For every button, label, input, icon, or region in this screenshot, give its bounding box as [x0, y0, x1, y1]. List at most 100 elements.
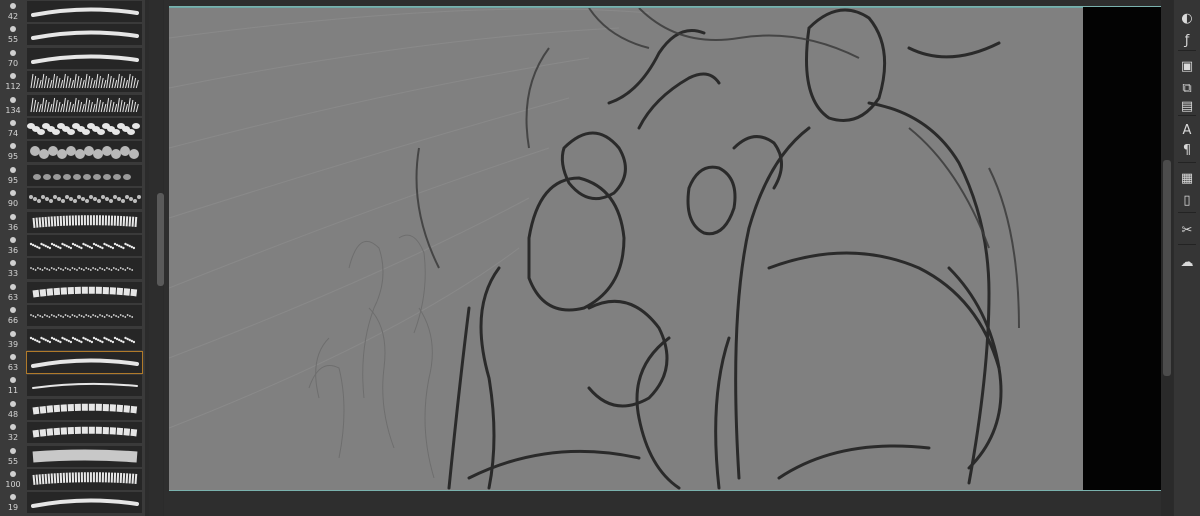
brush-stroke-preview: [30, 267, 134, 272]
brush-panel-scroll-thumb[interactable]: [157, 193, 164, 286]
brush-settings-icon[interactable]: ▣: [1177, 56, 1197, 76]
brush-stroke-swatch: [27, 118, 142, 139]
brush-stroke-swatch: [27, 94, 142, 116]
notes-icon[interactable]: ▯: [1177, 190, 1197, 210]
brush-stroke-preview: [32, 472, 138, 485]
brush-stroke-swatch: [27, 492, 142, 514]
brush-stroke-preview: [27, 123, 140, 135]
right-toolbar: ◐ ƒ ▣ ⧉ ▤ A ¶ ▦ ▯ ✂ ☁: [1174, 0, 1200, 516]
brush-size-label: 36: [7, 246, 19, 255]
brush-stroke-swatch: [27, 164, 142, 186]
brush-stroke-swatch: [27, 398, 142, 420]
brush-preset-item[interactable]: 95: [0, 140, 145, 163]
brush-stroke-preview: [32, 214, 138, 228]
paragraph-icon[interactable]: ¶: [1177, 140, 1197, 160]
brush-stroke-swatch: [27, 71, 142, 93]
brush-preset-item[interactable]: 39: [0, 328, 145, 351]
brush-preset-item[interactable]: 48: [0, 398, 145, 421]
brush-size-label: 32: [7, 433, 19, 443]
brush-preset-item[interactable]: 90: [0, 187, 145, 210]
toolbar-separator: [1178, 50, 1196, 51]
brush-size-label: 112: [5, 82, 21, 92]
brush-stroke-swatch: [27, 258, 142, 280]
brush-stroke-preview: [31, 7, 139, 17]
navigator-icon[interactable]: ⧉: [1177, 78, 1197, 98]
brush-stroke-preview: [32, 403, 138, 415]
brush-stroke-preview: [29, 242, 136, 250]
brush-size-label: 63: [7, 363, 19, 372]
canvas-guide-bottom: [169, 490, 1161, 491]
layout-icon[interactable]: ▦: [1177, 168, 1197, 188]
brush-preset-item[interactable]: 70: [0, 47, 145, 70]
brush-preset-item[interactable]: 63: [0, 351, 145, 374]
brush-preset-item[interactable]: 36: [0, 211, 145, 234]
brush-stroke-preview: [30, 314, 134, 319]
brush-size-label: 48: [7, 409, 19, 419]
brush-stroke-swatch: [27, 47, 142, 69]
brush-stroke-swatch: [27, 24, 142, 46]
brush-stroke-swatch: [27, 235, 142, 256]
brush-stroke-swatch: [27, 305, 142, 327]
brush-size-label: 95: [7, 175, 19, 185]
brush-preset-item[interactable]: 33: [0, 257, 145, 280]
brush-preset-item[interactable]: 32: [0, 421, 145, 444]
brush-stroke-preview: [30, 146, 139, 160]
brush-size-label: 90: [7, 199, 19, 209]
brush-stroke-swatch: [27, 422, 142, 444]
brush-size-label: 36: [7, 222, 19, 232]
brush-stroke-swatch: [27, 281, 142, 303]
brush-stroke-preview: [31, 358, 139, 368]
brush-stroke-swatch: [27, 1, 142, 22]
brush-preset-item[interactable]: 95: [0, 164, 145, 187]
brush-stroke-preview: [32, 286, 138, 298]
text-tool-icon[interactable]: A: [1177, 120, 1197, 140]
brush-stroke-preview: [30, 97, 139, 112]
brush-stroke-preview: [32, 383, 138, 390]
brush-stroke-swatch: [27, 445, 142, 467]
brush-size-label: 42: [7, 12, 19, 21]
brush-size-label: 11: [7, 386, 19, 396]
brush-preset-item[interactable]: 100: [0, 468, 145, 491]
canvas-scroll-thumb[interactable]: [1163, 160, 1171, 376]
brush-preset-item[interactable]: 11: [0, 374, 145, 397]
tools-icon[interactable]: ✂: [1177, 220, 1197, 240]
brush-preset-item[interactable]: 19: [0, 491, 145, 514]
toolbar-separator: [1178, 115, 1196, 116]
brush-preset-item[interactable]: 63: [0, 281, 145, 304]
brush-stroke-preview: [32, 426, 138, 438]
brush-stroke-preview: [33, 173, 131, 180]
brush-size-label: 55: [7, 456, 19, 466]
brush-size-label: 39: [7, 339, 19, 349]
brush-size-label: 19: [7, 503, 19, 513]
brush-preset-item[interactable]: 66: [0, 304, 145, 327]
brush-stroke-swatch: [27, 211, 142, 233]
brush-size-label: 63: [7, 292, 19, 302]
brush-size-label: 70: [7, 58, 19, 68]
fx-icon[interactable]: ƒ: [1177, 30, 1197, 50]
brush-size-label: 74: [7, 129, 19, 138]
toolbar-separator: [1178, 162, 1196, 163]
brush-presets-panel: 42 55 70 112 134 74 95 95 90 36 36 33 63 66 39 63 11 48 32…: [0, 0, 145, 516]
brush-preset-item[interactable]: 134: [0, 94, 145, 117]
toolbar-separator: [1178, 212, 1196, 213]
brush-size-label: 100: [5, 480, 21, 489]
canvas-pasteboard: [1083, 7, 1161, 491]
brush-stroke-swatch: [26, 351, 143, 374]
brush-stroke-preview: [31, 30, 139, 41]
brush-stroke-preview: [29, 336, 136, 343]
brush-preset-item[interactable]: 55: [0, 23, 145, 46]
layer-panel-icon[interactable]: ▤: [1177, 96, 1197, 116]
brush-stroke-swatch: [27, 141, 142, 163]
drawing-canvas[interactable]: [169, 7, 1083, 491]
brush-preset-item[interactable]: 112: [0, 70, 145, 93]
brush-preset-item[interactable]: 36: [0, 234, 145, 257]
brush-preset-item[interactable]: 42: [0, 0, 145, 23]
creative-cloud-icon[interactable]: ☁: [1177, 252, 1197, 272]
brush-stroke-swatch: [27, 188, 142, 210]
brush-preset-item[interactable]: 74: [0, 117, 145, 140]
brush-size-label: 66: [7, 316, 19, 326]
brush-stroke-preview: [31, 498, 139, 509]
brush-preset-item[interactable]: 55: [0, 445, 145, 468]
color-wheel-icon[interactable]: ◐: [1177, 8, 1197, 28]
brush-stroke-preview: [31, 54, 139, 64]
